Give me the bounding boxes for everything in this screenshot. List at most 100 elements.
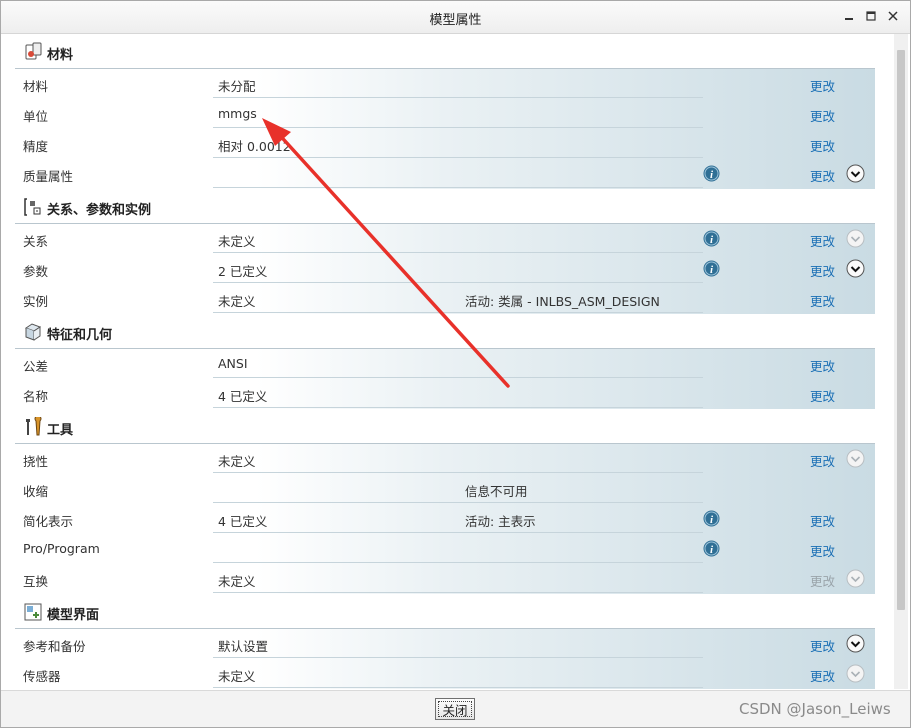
property-name: 材料 — [23, 79, 49, 94]
property-value: 4 已定义 — [218, 514, 268, 529]
row-divider — [213, 252, 703, 253]
info-icon[interactable]: i — [703, 510, 720, 527]
row-divider — [213, 532, 703, 533]
info-icon[interactable]: i — [703, 540, 720, 557]
relations-icon — [23, 197, 43, 217]
property-name: 收缩 — [23, 484, 49, 499]
property-extra-info: 活动: 主表示 — [465, 514, 536, 529]
property-row: 传感器 未定义 更改 — [15, 659, 875, 689]
section-title: 模型界面 — [47, 608, 100, 623]
change-link[interactable]: 更改 — [810, 261, 835, 280]
row-divider — [213, 157, 703, 158]
property-name: 简化表示 — [23, 514, 74, 529]
property-row: 关系 未定义 i 更改 — [15, 224, 875, 254]
expand-chevron-icon — [846, 449, 865, 468]
property-name: Pro/Program — [23, 541, 100, 556]
vertical-scrollbar[interactable] — [894, 34, 908, 689]
row-divider — [213, 502, 703, 503]
property-row: Pro/Program i 更改 — [15, 534, 875, 564]
property-row: 单位 mmgs 更改 — [15, 99, 875, 129]
row-divider — [213, 187, 703, 188]
expand-chevron-icon — [846, 569, 865, 588]
property-value: ANSI — [218, 356, 248, 371]
row-divider — [213, 282, 703, 283]
change-link[interactable]: 更改 — [810, 451, 835, 470]
property-name: 实例 — [23, 294, 49, 309]
change-link[interactable]: 更改 — [810, 76, 835, 95]
scrollbar-thumb[interactable] — [897, 50, 905, 610]
info-icon[interactable]: i — [703, 260, 720, 277]
expand-chevron-icon[interactable] — [846, 259, 865, 278]
change-link[interactable]: 更改 — [810, 541, 835, 560]
info-icon[interactable]: i — [703, 230, 720, 247]
model-interface-icon — [23, 602, 43, 622]
property-row: 材料 未分配 更改 — [15, 69, 875, 99]
property-value: mmgs — [218, 106, 257, 121]
property-name: 参考和备份 — [23, 639, 86, 654]
section-header: 材料 — [15, 34, 875, 69]
property-value: 4 已定义 — [218, 389, 268, 404]
change-link[interactable]: 更改 — [810, 136, 835, 155]
change-link[interactable]: 更改 — [810, 231, 835, 250]
property-name: 质量属性 — [23, 169, 74, 184]
property-name: 精度 — [23, 139, 49, 154]
section-title: 特征和几何 — [47, 328, 113, 343]
material-icon — [23, 42, 43, 62]
row-divider — [213, 472, 703, 473]
change-link[interactable]: 更改 — [810, 386, 835, 405]
row-divider — [213, 592, 703, 593]
row-divider — [213, 377, 703, 378]
row-divider — [213, 657, 703, 658]
section-header: 特征和几何 — [15, 314, 875, 349]
property-extra-info: 信息不可用 — [465, 484, 528, 499]
property-row: 收缩 信息不可用 — [15, 474, 875, 504]
row-divider — [213, 97, 703, 98]
change-link[interactable]: 更改 — [810, 356, 835, 375]
property-value: 相对 0.0012 — [218, 139, 291, 154]
expand-chevron-icon[interactable] — [846, 164, 865, 183]
close-window-icon[interactable] — [884, 7, 902, 25]
row-divider — [213, 312, 703, 313]
property-row: 参考和备份 默认设置 更改 — [15, 629, 875, 659]
change-link[interactable]: 更改 — [810, 636, 835, 655]
property-name: 关系 — [23, 234, 49, 249]
section-header: 工具 — [15, 409, 875, 444]
property-name: 参数 — [23, 264, 49, 279]
close-button[interactable]: 关闭 — [435, 698, 475, 720]
property-name: 传感器 — [23, 669, 61, 684]
window-controls — [840, 7, 902, 25]
row-divider — [213, 687, 703, 688]
info-icon[interactable]: i — [703, 165, 720, 182]
minimize-icon[interactable] — [840, 7, 858, 25]
section-title: 工具 — [47, 423, 74, 438]
property-row: 挠性 未定义 更改 — [15, 444, 875, 474]
expand-chevron-icon — [846, 229, 865, 248]
change-link[interactable]: 更改 — [810, 291, 835, 310]
property-row: 精度 相对 0.0012 更改 — [15, 129, 875, 159]
property-name: 公差 — [23, 359, 49, 374]
change-link[interactable]: 更改 — [810, 106, 835, 125]
feature-geometry-icon — [23, 322, 43, 342]
section-title: 材料 — [47, 48, 74, 63]
window-title: 模型属性 — [429, 13, 482, 28]
property-name: 名称 — [23, 389, 49, 404]
section-title: 关系、参数和实例 — [47, 203, 152, 218]
change-link: 更改 — [810, 574, 836, 589]
row-divider — [213, 562, 703, 563]
maximize-icon[interactable] — [862, 7, 880, 25]
property-row: 质量属性 i 更改 — [15, 159, 875, 189]
expand-chevron-icon[interactable] — [846, 634, 865, 653]
change-link[interactable]: 更改 — [810, 666, 835, 685]
property-value: 未定义 — [218, 294, 256, 309]
change-link[interactable]: 更改 — [810, 511, 835, 530]
property-row: 名称 4 已定义 更改 — [15, 379, 875, 409]
property-row: 参数 2 已定义 i 更改 — [15, 254, 875, 284]
section-header: 关系、参数和实例 — [15, 189, 875, 224]
property-value: 2 已定义 — [218, 264, 268, 279]
property-row: 公差 ANSI 更改 — [15, 349, 875, 379]
change-link[interactable]: 更改 — [810, 166, 835, 185]
property-row: 实例 未定义 活动: 类属 - INLBS_ASM_DESIGN 更改 — [15, 284, 875, 314]
property-value: 未定义 — [218, 574, 256, 589]
property-name: 互换 — [23, 574, 49, 589]
property-row: 简化表示 4 已定义 活动: 主表示 i 更改 — [15, 504, 875, 534]
